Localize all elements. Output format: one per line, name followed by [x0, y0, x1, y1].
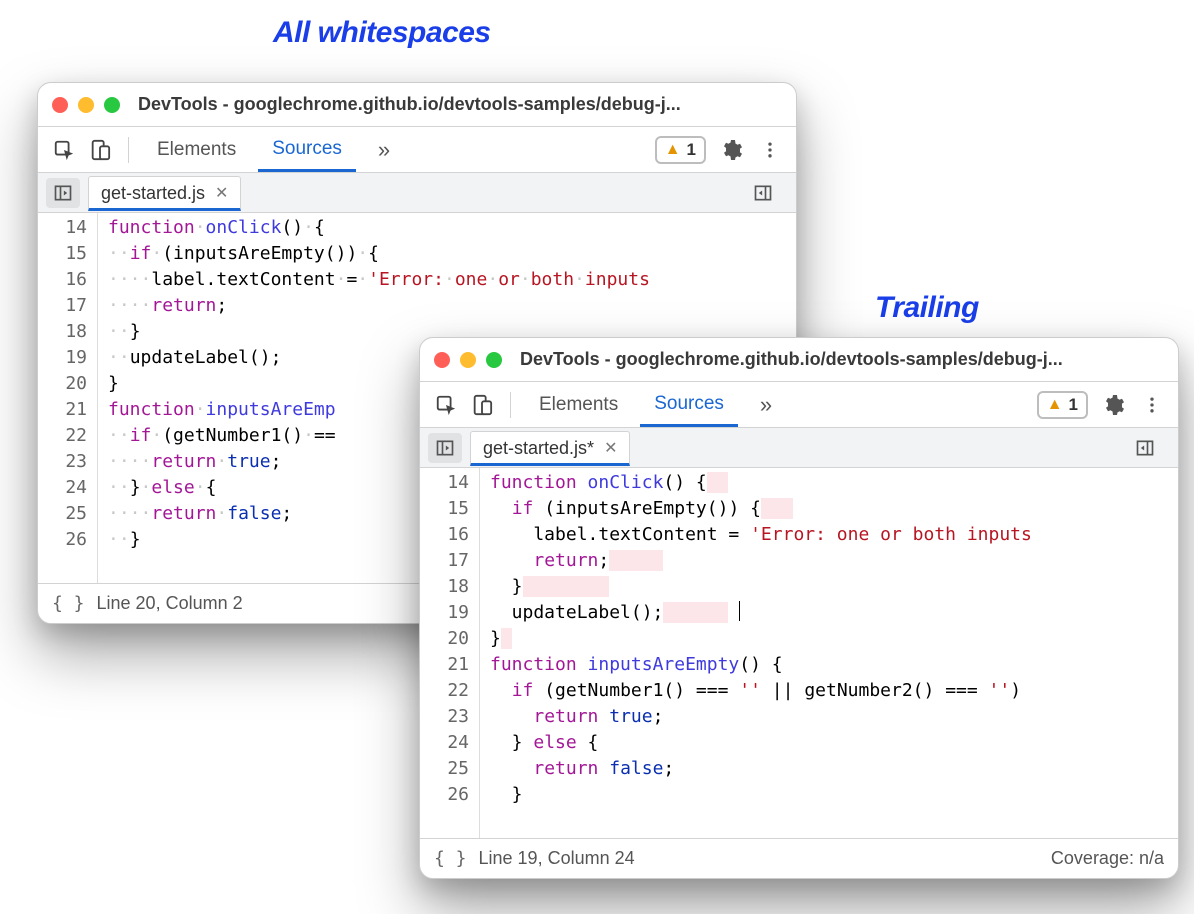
close-tab-icon[interactable]: ✕ [215, 183, 228, 203]
warnings-badge[interactable]: ▲ 1 [655, 136, 706, 164]
navigator-toggle-icon[interactable] [428, 433, 462, 463]
file-tab-label: get-started.js [101, 183, 205, 204]
main-toolbar: Elements Sources » ▲ 1 [38, 127, 796, 173]
toolbar-divider [510, 392, 511, 418]
file-tab-active[interactable]: get-started.js* ✕ [470, 431, 630, 466]
coverage-status: Coverage: n/a [1051, 848, 1164, 869]
device-toggle-icon[interactable] [468, 391, 496, 419]
close-window-button[interactable] [52, 97, 68, 113]
more-tabs-button[interactable]: » [746, 382, 786, 427]
main-toolbar: Elements Sources » ▲ 1 [420, 382, 1178, 428]
navigator-toggle-icon[interactable] [46, 178, 80, 208]
warnings-badge[interactable]: ▲ 1 [1037, 391, 1088, 419]
tab-sources[interactable]: Sources [640, 383, 738, 427]
debugger-toggle-icon[interactable] [1128, 433, 1162, 463]
code-editor[interactable]: 14151617181920212223242526 function onCl… [420, 468, 1178, 838]
close-tab-icon[interactable]: ✕ [604, 438, 617, 458]
warnings-count: 1 [1069, 395, 1078, 415]
debugger-toggle-icon[interactable] [746, 178, 780, 208]
file-tabstrip: get-started.js* ✕ [420, 428, 1178, 468]
close-window-button[interactable] [434, 352, 450, 368]
cursor-position: Line 20, Column 2 [97, 593, 243, 614]
zoom-window-button[interactable] [104, 97, 120, 113]
window-title: DevTools - googlechrome.github.io/devtoo… [512, 349, 1164, 370]
inspect-element-icon[interactable] [50, 136, 78, 164]
settings-gear-icon[interactable] [1096, 391, 1130, 419]
devtools-window-2: DevTools - googlechrome.github.io/devtoo… [419, 337, 1179, 879]
warnings-count: 1 [687, 140, 696, 160]
tab-sources[interactable]: Sources [258, 128, 356, 172]
kebab-menu-icon[interactable] [756, 136, 784, 164]
window-title: DevTools - googlechrome.github.io/devtoo… [130, 94, 782, 115]
warning-icon: ▲ [665, 141, 681, 159]
line-gutter: 14151617181920212223242526 [420, 468, 480, 838]
tab-elements[interactable]: Elements [525, 384, 632, 425]
more-tabs-button[interactable]: » [364, 127, 404, 172]
titlebar: DevTools - googlechrome.github.io/devtoo… [420, 338, 1178, 382]
kebab-menu-icon[interactable] [1138, 391, 1166, 419]
toolbar-divider [128, 137, 129, 163]
file-tab-active[interactable]: get-started.js ✕ [88, 176, 241, 211]
titlebar: DevTools - googlechrome.github.io/devtoo… [38, 83, 796, 127]
file-tabstrip: get-started.js ✕ [38, 173, 796, 213]
pretty-print-icon[interactable]: { } [434, 848, 467, 869]
minimize-window-button[interactable] [460, 352, 476, 368]
line-gutter: 14151617181920212223242526 [38, 213, 98, 583]
inspect-element-icon[interactable] [432, 391, 460, 419]
minimize-window-button[interactable] [78, 97, 94, 113]
file-tab-label: get-started.js* [483, 438, 594, 459]
caption-trailing: Trailing [875, 291, 979, 325]
statusbar: { } Line 19, Column 24 Coverage: n/a [420, 838, 1178, 878]
pretty-print-icon[interactable]: { } [52, 593, 85, 614]
zoom-window-button[interactable] [486, 352, 502, 368]
caption-all-whitespaces: All whitespaces [273, 16, 491, 50]
tab-elements[interactable]: Elements [143, 129, 250, 170]
cursor-position: Line 19, Column 24 [479, 848, 635, 869]
device-toggle-icon[interactable] [86, 136, 114, 164]
warning-icon: ▲ [1047, 396, 1063, 414]
code-content[interactable]: function onClick() { if (inputsAreEmpty(… [480, 468, 1178, 838]
settings-gear-icon[interactable] [714, 136, 748, 164]
